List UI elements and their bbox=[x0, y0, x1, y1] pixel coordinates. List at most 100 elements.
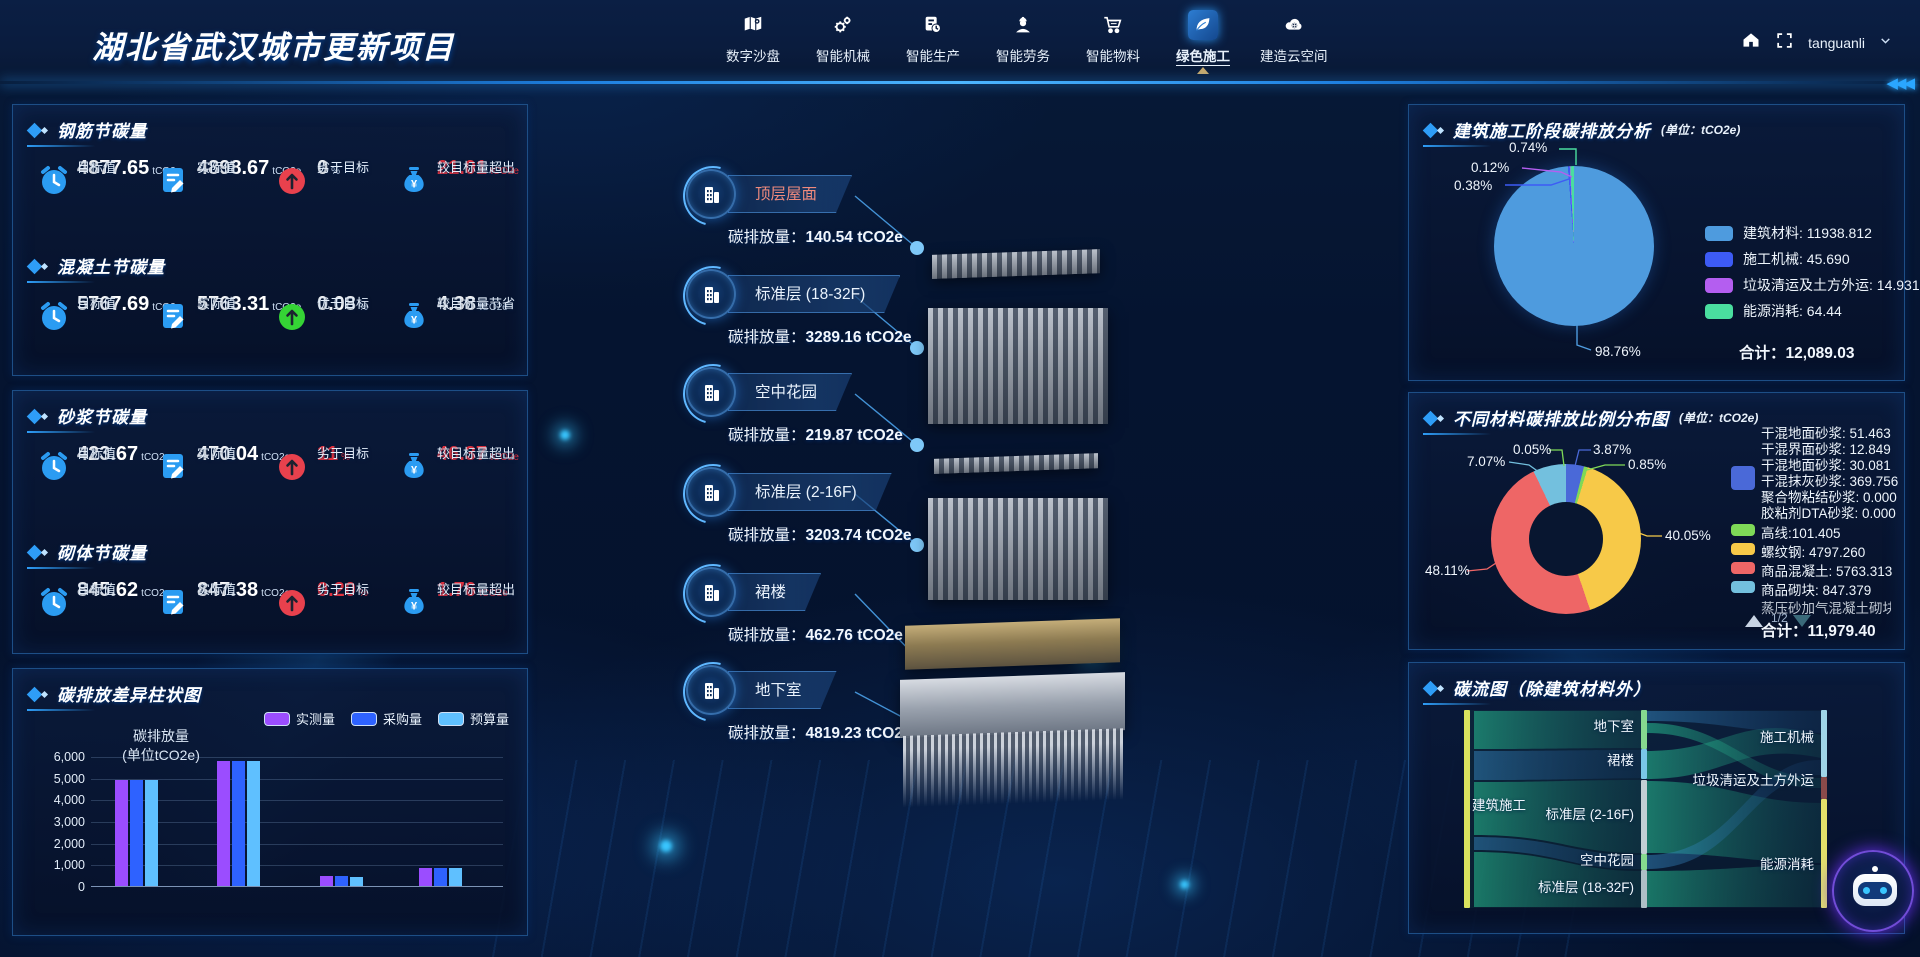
bar-group-mortar[interactable] bbox=[320, 876, 363, 886]
tab-smart-machinery[interactable]: 智能机械 bbox=[810, 10, 876, 65]
arrow-up-red-icon bbox=[277, 588, 307, 623]
sankey-node-machinery[interactable] bbox=[1821, 710, 1827, 777]
y-tick: 6,000 bbox=[33, 750, 85, 764]
stat-mortar-target: 目标值 423.67tCO2e bbox=[37, 443, 165, 466]
donut-total: 合计：11,979.40 bbox=[1761, 619, 1876, 641]
bar[interactable] bbox=[145, 780, 158, 886]
memo-icon bbox=[157, 449, 191, 488]
panel-mortar-masonry-savings: 砂浆节碳量 目标值 423.67tCO2e 实际值 470.04tCO2e 劣于… bbox=[12, 390, 528, 654]
floor-tag-sky-garden[interactable]: 空中花园 bbox=[686, 370, 852, 414]
alarm-clock-icon bbox=[37, 585, 71, 624]
pie-total: 合计：12,089.03 bbox=[1739, 341, 1854, 363]
alarm-clock-icon bbox=[37, 163, 71, 202]
legend-purchased[interactable]: 采购量 bbox=[351, 709, 422, 728]
floor-tag-roof[interactable]: 顶层屋面 bbox=[686, 172, 852, 216]
bar-chart-plot: 6,000 5,000 4,000 3,000 2,000 1,000 0 钢筋… bbox=[91, 757, 503, 887]
legend-item[interactable]: 胶粘剂DTA砂浆: 0.000 bbox=[1761, 502, 1896, 522]
sankey-node-podium[interactable] bbox=[1641, 749, 1647, 779]
bar-group-masonry[interactable] bbox=[419, 868, 462, 886]
sankey-label-energy: 能源消耗 bbox=[1760, 853, 1814, 873]
floor-emission: 碳排放量：219.87 tCO2e bbox=[728, 423, 903, 445]
donut-callout-mortar: 3.87% bbox=[1593, 442, 1631, 457]
chevron-down-icon[interactable] bbox=[1879, 34, 1892, 52]
bar[interactable] bbox=[130, 780, 143, 886]
bar[interactable] bbox=[247, 761, 260, 886]
bar[interactable] bbox=[434, 868, 447, 886]
legend-item[interactable]: 螺纹钢: 4797.260 bbox=[1761, 541, 1865, 561]
bar[interactable] bbox=[449, 868, 462, 886]
memo-icon bbox=[157, 585, 191, 624]
sankey-node-basement[interactable] bbox=[1641, 710, 1647, 749]
bar[interactable] bbox=[335, 876, 348, 886]
bar[interactable] bbox=[115, 780, 128, 886]
masonry-savings-title: 砌体节碳量 bbox=[57, 539, 147, 564]
pie-legend-waste[interactable]: 垃圾清运及土方外运: 14.931 bbox=[1705, 275, 1920, 295]
sankey-node-std-2-16[interactable] bbox=[1641, 780, 1647, 854]
tab-cloud-space[interactable]: 建造云空间 bbox=[1260, 10, 1328, 65]
bar[interactable] bbox=[419, 868, 432, 886]
floor-tag-standard-2-16[interactable]: 标准层 (2-16F) bbox=[686, 470, 892, 514]
legend-item[interactable]: 商品混凝土: 5763.313 bbox=[1761, 560, 1892, 580]
bar-group-concrete[interactable] bbox=[217, 761, 260, 886]
rebar-savings-title: 钢筋节碳量 bbox=[57, 117, 147, 142]
pie-legend-machine[interactable]: 施工机械: 45.690 bbox=[1705, 249, 1850, 269]
stat-masonry-target: 目标值 845.62tCO2e bbox=[37, 579, 165, 602]
pie-callout-energy: 0.74% bbox=[1509, 140, 1547, 155]
main-nav: 数字沙盘 智能机械 智能生产 智能劳务 bbox=[720, 10, 1328, 65]
sankey-label-sky-garden: 空中花园 bbox=[1580, 849, 1634, 869]
stat-masonry-actual: 实际值 847.38tCO2e bbox=[157, 579, 285, 602]
legend-item[interactable]: 高线:101.405 bbox=[1761, 522, 1841, 542]
tab-digital-sandbox[interactable]: 数字沙盘 bbox=[720, 10, 786, 65]
alarm-clock-icon bbox=[37, 299, 71, 338]
legend-swatch bbox=[264, 712, 290, 726]
tab-label: 智能机械 bbox=[816, 45, 870, 65]
user-name[interactable]: tanguanli bbox=[1808, 35, 1865, 51]
bar-chart-legend: 实测量 采购量 预算量 bbox=[264, 709, 509, 728]
sankey-node-std-18-32[interactable] bbox=[1641, 870, 1647, 908]
home-icon[interactable] bbox=[1741, 30, 1761, 55]
stat-rebar-diff: ¥ 较目标量超出 21.01tCO2e bbox=[397, 157, 525, 180]
bar[interactable] bbox=[350, 877, 363, 886]
ai-assistant-robot-icon[interactable] bbox=[1832, 850, 1914, 932]
floor-tag-podium[interactable]: 裙楼 bbox=[686, 570, 821, 614]
legend-budget[interactable]: 预算量 bbox=[438, 709, 509, 728]
sankey-node-source[interactable] bbox=[1464, 710, 1470, 908]
sankey-node-waste[interactable] bbox=[1821, 777, 1827, 799]
collapse-arrows[interactable]: ◀◀◀ bbox=[1886, 74, 1912, 92]
building-model-piles bbox=[903, 728, 1123, 808]
tab-smart-labor[interactable]: 智能劳务 bbox=[990, 10, 1056, 65]
stat-mortar-diff: ¥ 较目标量超出 46.37tCO2e bbox=[397, 443, 525, 466]
map-icon bbox=[738, 10, 768, 40]
sankey-node-sky-garden[interactable] bbox=[1641, 854, 1647, 870]
svg-text:¥: ¥ bbox=[411, 315, 418, 327]
bg-glow-dot bbox=[560, 430, 570, 440]
tab-smart-production[interactable]: 智能生产 bbox=[900, 10, 966, 65]
pie-legend-energy[interactable]: 能源消耗: 64.44 bbox=[1705, 301, 1842, 321]
fullscreen-icon[interactable] bbox=[1775, 31, 1794, 55]
bar[interactable] bbox=[320, 876, 333, 886]
building-icon bbox=[686, 169, 736, 219]
sankey-label-source: 建筑施工 bbox=[1472, 794, 1526, 814]
pie-callout-material: 98.76% bbox=[1595, 344, 1641, 359]
sankey-node-energy[interactable] bbox=[1821, 799, 1827, 908]
section-title: 钢筋节碳量 bbox=[29, 117, 147, 142]
floor-tag-basement[interactable]: 地下室 bbox=[686, 668, 837, 712]
bar[interactable] bbox=[217, 761, 230, 886]
cart-icon bbox=[1098, 10, 1128, 40]
pie-legend-material[interactable]: 建筑材料: 11938.812 bbox=[1705, 223, 1872, 243]
tab-green-construction[interactable]: 绿色施工 bbox=[1170, 10, 1236, 65]
building-icon bbox=[686, 567, 736, 617]
stat-rebar-target: 目标值 4877.65tCO2e bbox=[37, 157, 165, 180]
floor-tag-standard-18-32[interactable]: 标准层 (18-32F) bbox=[686, 272, 900, 316]
panel-carbon-flow: 碳流图（除建筑材料外） bbox=[1408, 662, 1905, 934]
legend-item[interactable]: 商品砌块: 847.379 bbox=[1761, 579, 1871, 599]
tab-smart-materials[interactable]: 智能物料 bbox=[1080, 10, 1146, 65]
bar-chart-title-row: 碳排放差异柱状图 bbox=[29, 681, 201, 706]
money-bag-icon: ¥ bbox=[397, 585, 431, 624]
legend-measured[interactable]: 实测量 bbox=[264, 709, 335, 728]
stat-mortar-ratio: 劣于目标 11% bbox=[277, 443, 405, 466]
arrow-up-red-icon bbox=[277, 166, 307, 201]
bar-group-rebar[interactable] bbox=[115, 780, 158, 886]
mortar-savings-title: 砂浆节碳量 bbox=[57, 403, 147, 428]
bar[interactable] bbox=[232, 761, 245, 886]
